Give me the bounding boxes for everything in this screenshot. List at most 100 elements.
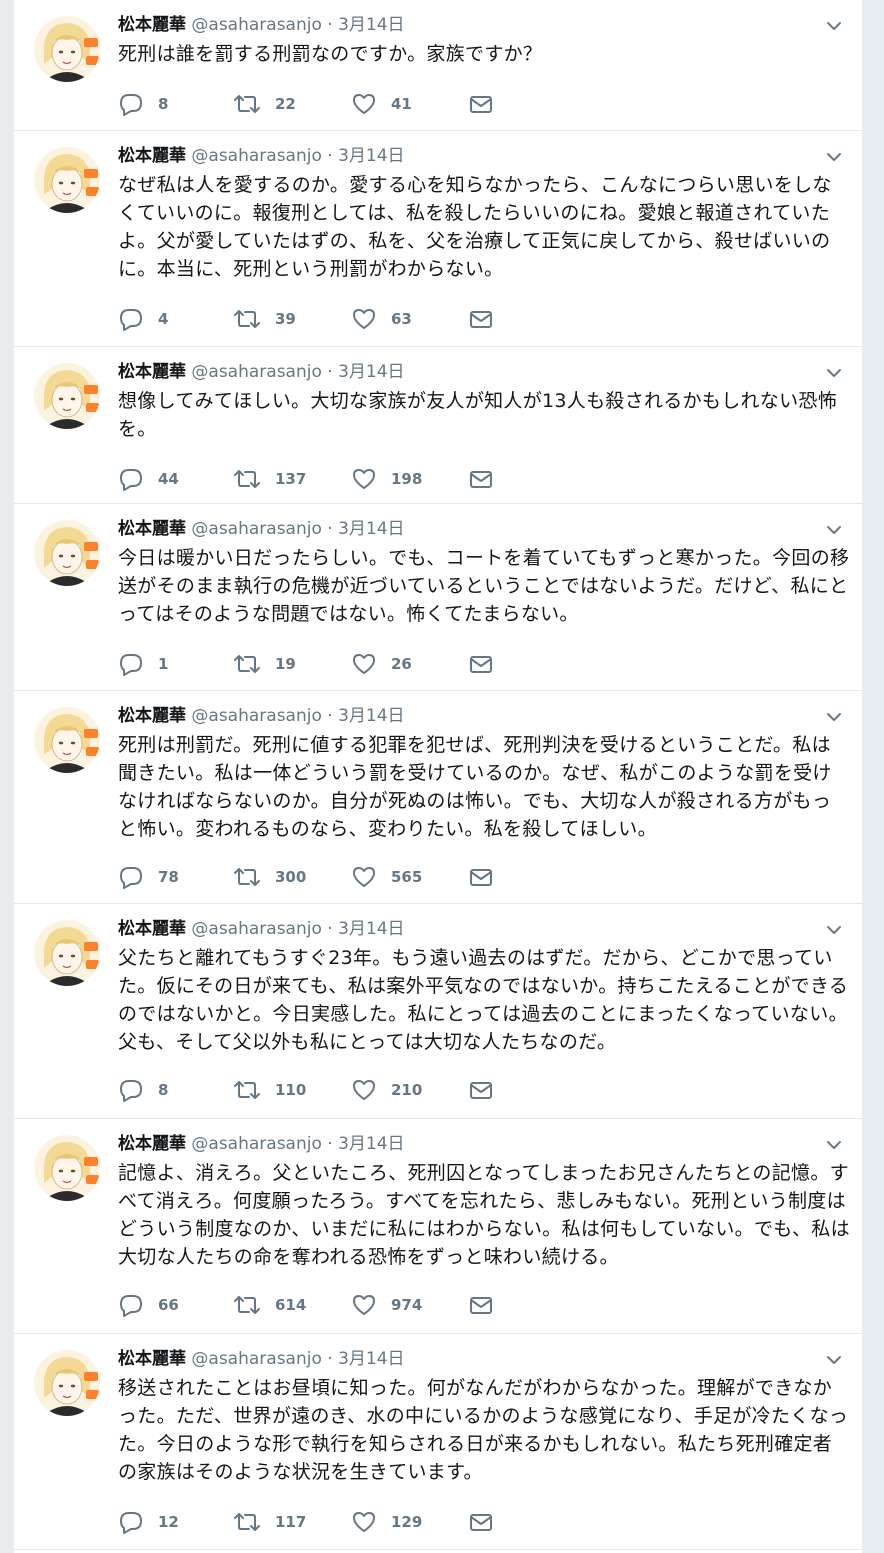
username[interactable]: @asaharasanjo — [191, 919, 321, 939]
avatar[interactable] — [34, 16, 100, 82]
chevron-down-icon[interactable] — [824, 1135, 844, 1155]
username[interactable]: @asaharasanjo — [191, 15, 321, 35]
tweet[interactable]: 松本麗華 @asaharasanjo · 3月14日 想像してみてほしい。大切な… — [14, 347, 862, 504]
separator: · — [327, 706, 333, 726]
reply-count: 8 — [158, 1081, 169, 1099]
chevron-down-icon[interactable] — [824, 16, 844, 36]
direct-message-button[interactable] — [468, 1510, 494, 1534]
reply-button[interactable]: 8 — [118, 1078, 168, 1102]
like-button[interactable]: 198 — [351, 467, 422, 491]
timestamp-link[interactable]: 3月14日 — [338, 706, 404, 726]
display-name[interactable]: 松本麗華 — [118, 362, 186, 382]
avatar[interactable] — [34, 1350, 100, 1416]
tweet-header: 松本麗華 @asaharasanjo · 3月14日 — [118, 1133, 405, 1155]
retweet-button[interactable]: 22 — [233, 92, 296, 116]
avatar[interactable] — [34, 363, 100, 429]
reply-count: 1 — [158, 655, 169, 673]
chevron-down-icon[interactable] — [824, 920, 844, 940]
reply-button[interactable]: 4 — [118, 307, 168, 331]
direct-message-button[interactable] — [468, 652, 494, 676]
avatar[interactable] — [34, 147, 100, 213]
direct-message-button[interactable] — [468, 865, 494, 889]
reply-icon — [118, 307, 144, 331]
username[interactable]: @asaharasanjo — [191, 146, 321, 166]
separator: · — [327, 146, 333, 166]
retweet-icon — [233, 652, 261, 676]
reply-button[interactable]: 8 — [118, 92, 168, 116]
tweet[interactable]: 松本麗華 @asaharasanjo · 3月14日 父たちと離れてもうすぐ23… — [14, 904, 862, 1119]
chevron-down-icon[interactable] — [824, 520, 844, 540]
display-name[interactable]: 松本麗華 — [118, 919, 186, 939]
timestamp-link[interactable]: 3月14日 — [338, 1349, 404, 1369]
timestamp-link[interactable]: 3月14日 — [338, 146, 404, 166]
retweet-button[interactable]: 117 — [233, 1510, 306, 1534]
display-name[interactable]: 松本麗華 — [118, 1349, 186, 1369]
direct-message-button[interactable] — [468, 467, 494, 491]
like-button[interactable]: 974 — [351, 1293, 422, 1317]
timestamp-link[interactable]: 3月14日 — [338, 1134, 404, 1154]
avatar[interactable] — [34, 520, 100, 586]
username[interactable]: @asaharasanjo — [191, 706, 321, 726]
like-button[interactable]: 26 — [351, 652, 412, 676]
display-name[interactable]: 松本麗華 — [118, 1134, 186, 1154]
username[interactable]: @asaharasanjo — [191, 1349, 321, 1369]
tweet[interactable]: 松本麗華 @asaharasanjo · 3月14日 死刑は刑罰だ。死刑に値する… — [14, 691, 862, 904]
retweet-button[interactable]: 19 — [233, 652, 296, 676]
tweet[interactable]: 松本麗華 @asaharasanjo · 3月14日 記憶よ、消えろ。父といたこ… — [14, 1119, 862, 1334]
timestamp-link[interactable]: 3月14日 — [338, 362, 404, 382]
envelope-icon — [468, 1510, 494, 1534]
like-button[interactable]: 210 — [351, 1078, 422, 1102]
retweet-button[interactable]: 137 — [233, 467, 306, 491]
avatar[interactable] — [34, 920, 100, 986]
direct-message-button[interactable] — [468, 1078, 494, 1102]
chevron-down-icon[interactable] — [824, 1350, 844, 1370]
timestamp-link[interactable]: 3月14日 — [338, 519, 404, 539]
tweet-text: 想像してみてほしい。大切な家族が友人が知人が13人も殺されるかもしれない恐怖を。 — [118, 390, 838, 440]
like-button[interactable]: 565 — [351, 865, 422, 889]
timestamp-link[interactable]: 3月14日 — [338, 15, 404, 35]
like-button[interactable]: 129 — [351, 1510, 422, 1534]
reply-button[interactable]: 66 — [118, 1293, 179, 1317]
username[interactable]: @asaharasanjo — [191, 1134, 321, 1154]
chevron-down-icon[interactable] — [824, 147, 844, 167]
envelope-icon — [468, 307, 494, 331]
tweet[interactable]: 松本麗華 @asaharasanjo · 3月14日 今日は暖かい日だったらしい… — [14, 504, 862, 691]
envelope-icon — [468, 865, 494, 889]
like-button[interactable]: 63 — [351, 307, 412, 331]
display-name[interactable]: 松本麗華 — [118, 706, 186, 726]
separator: · — [327, 1349, 333, 1369]
chevron-down-icon[interactable] — [824, 707, 844, 727]
display-name[interactable]: 松本麗華 — [118, 519, 186, 539]
retweet-button[interactable]: 614 — [233, 1293, 306, 1317]
tweet[interactable]: 松本麗華 @asaharasanjo · 3月14日 なぜ私は人を愛するのか。愛… — [14, 131, 862, 347]
display-name[interactable]: 松本麗華 — [118, 15, 186, 35]
reply-button[interactable]: 1 — [118, 652, 168, 676]
tweet-actions: 44 137 198 — [118, 467, 538, 491]
like-button[interactable]: 41 — [351, 92, 412, 116]
tweet-actions: 78 300 565 — [118, 865, 538, 889]
retweet-button[interactable]: 39 — [233, 307, 296, 331]
direct-message-button[interactable] — [468, 1293, 494, 1317]
reply-button[interactable]: 44 — [118, 467, 179, 491]
heart-icon — [351, 1510, 377, 1534]
username[interactable]: @asaharasanjo — [191, 362, 321, 382]
reply-icon — [118, 1510, 144, 1534]
avatar[interactable] — [34, 1135, 100, 1201]
display-name[interactable]: 松本麗華 — [118, 146, 186, 166]
avatar[interactable] — [34, 707, 100, 773]
username[interactable]: @asaharasanjo — [191, 519, 321, 539]
retweet-button[interactable]: 300 — [233, 865, 306, 889]
tweet[interactable]: 松本麗華 @asaharasanjo · 3月14日 移送されたことはお昼頃に知… — [14, 1334, 862, 1550]
retweet-button[interactable]: 110 — [233, 1078, 306, 1102]
reply-button[interactable]: 12 — [118, 1510, 179, 1534]
direct-message-button[interactable] — [468, 307, 494, 331]
tweet-text: 死刑は誰を罰する刑罰なのですか。家族ですか？ — [118, 43, 543, 65]
reply-button[interactable]: 78 — [118, 865, 179, 889]
envelope-icon — [468, 652, 494, 676]
chevron-down-icon[interactable] — [824, 363, 844, 383]
direct-message-button[interactable] — [468, 92, 494, 116]
timestamp-link[interactable]: 3月14日 — [338, 919, 404, 939]
reply-count: 78 — [158, 868, 179, 886]
heart-icon — [351, 865, 377, 889]
tweet[interactable]: 松本麗華 @asaharasanjo · 3月14日 死刑は誰を罰する刑罰なので… — [14, 0, 862, 131]
